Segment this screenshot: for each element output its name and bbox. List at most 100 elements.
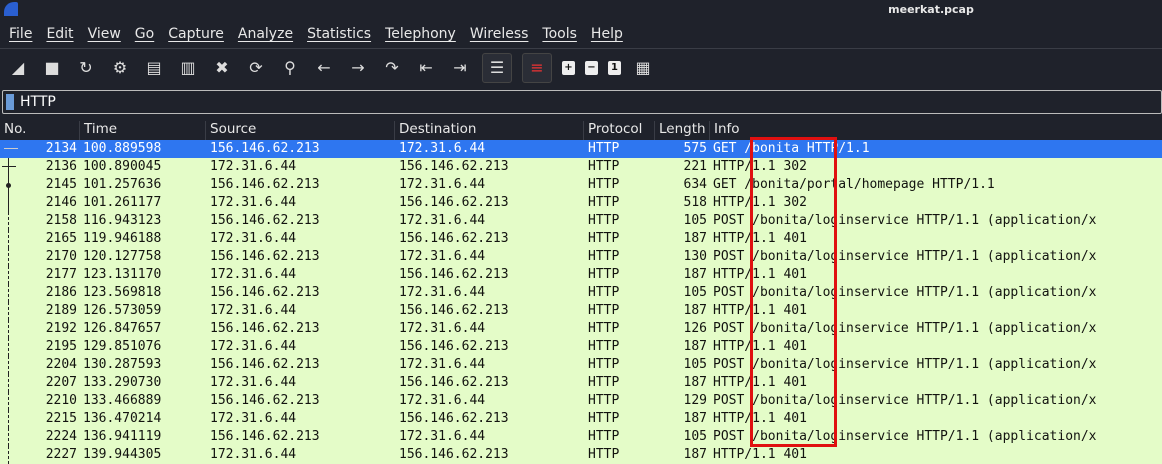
packet-destination: 156.146.62.213 <box>399 267 509 282</box>
packet-source: 172.31.6.44 <box>210 411 297 426</box>
menu-file[interactable]: File <box>9 26 32 42</box>
column-header-no[interactable]: No. <box>0 121 26 140</box>
menu-wireless[interactable]: Wireless <box>470 26 529 42</box>
go-to-packet-icon[interactable]: ↷ <box>380 55 404 81</box>
colorize-icon[interactable]: ≡ <box>522 52 552 83</box>
column-header-protocol[interactable]: Protocol <box>583 121 642 140</box>
packet-source: 156.146.62.213 <box>210 213 320 228</box>
packet-source: 156.146.62.213 <box>210 357 320 372</box>
open-file-icon[interactable]: ▤ <box>142 55 166 81</box>
packet-destination: 156.146.62.213 <box>399 447 509 462</box>
title-bar: meerkat.pcap <box>0 0 1162 20</box>
packet-row[interactable]: 2227 139.944305 172.31.6.44 156.146.62.213 H… <box>0 446 1162 464</box>
display-filter-input[interactable] <box>20 94 1120 110</box>
packet-row[interactable]: 2215 136.470214 172.31.6.44 156.146.62.213 H… <box>0 410 1162 428</box>
packet-destination: 172.31.6.44 <box>399 213 486 228</box>
save-file-icon[interactable]: ▥ <box>176 55 200 81</box>
packet-destination: 172.31.6.44 <box>399 393 486 408</box>
packet-row[interactable]: 2136 100.890045 172.31.6.44 156.146.62.213 H… <box>0 158 1162 176</box>
packet-row[interactable]: 2207 133.290730 172.31.6.44 156.146.62.213 H… <box>0 374 1162 392</box>
packet-destination: 156.146.62.213 <box>399 339 509 354</box>
packet-row[interactable]: 2210 133.466889 156.146.62.213 172.31.6.44 H… <box>0 392 1162 410</box>
zoom-out-icon[interactable]: − <box>585 60 598 75</box>
menu-statistics[interactable]: Statistics <box>307 26 371 42</box>
packet-time: 126.573059 <box>83 303 162 318</box>
packet-source: 156.146.62.213 <box>210 321 320 336</box>
packet-source: 156.146.62.213 <box>210 141 320 156</box>
packet-row[interactable]: 2192 126.847657 156.146.62.213 172.31.6.44 H… <box>0 320 1162 338</box>
bookmark-icon[interactable] <box>6 94 14 110</box>
packet-number: 2224 <box>45 429 77 444</box>
packet-list[interactable]: 2134 100.889598 156.146.62.213 172.31.6.44 H… <box>0 140 1162 464</box>
packet-length: 105 <box>683 429 707 444</box>
packet-time: 139.944305 <box>83 447 162 462</box>
packet-time: 133.466889 <box>83 393 162 408</box>
go-back-icon[interactable]: ← <box>312 55 336 81</box>
packet-length: 634 <box>683 177 707 192</box>
capture-options-icon[interactable]: ⚙ <box>108 55 132 81</box>
menu-capture[interactable]: Capture <box>168 26 224 42</box>
zoom-in-icon[interactable]: + <box>562 60 575 75</box>
packet-destination: 172.31.6.44 <box>399 357 486 372</box>
menu-help[interactable]: Help <box>591 26 623 42</box>
main-toolbar: ◢ ■ ↻ ⚙ ▤ ▥ ✖ ⟳ ⚲ ← → ↷ ⇤ ⇥ ☰ ≡ + −1 ▦ <box>0 48 1162 86</box>
packet-row[interactable]: 2146 101.261177 172.31.6.44 156.146.62.213 H… <box>0 194 1162 212</box>
packet-row[interactable]: 2158 116.943123 156.146.62.213 172.31.6.44 H… <box>0 212 1162 230</box>
packet-row[interactable]: 2189 126.573059 172.31.6.44 156.146.62.213 H… <box>0 302 1162 320</box>
packet-length: 187 <box>683 231 707 246</box>
packet-source: 172.31.6.44 <box>210 375 297 390</box>
start-capture-icon[interactable]: ◢ <box>6 55 30 81</box>
packet-row[interactable]: 2177 123.131170 172.31.6.44 156.146.62.213 H… <box>0 266 1162 284</box>
packet-length: 187 <box>683 411 707 426</box>
search-icon[interactable]: ⚲ <box>278 55 302 81</box>
stop-capture-icon[interactable]: ■ <box>40 55 64 81</box>
packet-number: 2207 <box>45 375 77 390</box>
related-packet-indicator-icon <box>0 446 20 464</box>
resize-columns-icon[interactable]: ▦ <box>631 55 655 81</box>
packet-row[interactable]: 2134 100.889598 156.146.62.213 172.31.6.44 H… <box>0 140 1162 158</box>
packet-number: 2146 <box>45 195 77 210</box>
packet-length: 105 <box>683 213 707 228</box>
packet-row[interactable]: 2195 129.851076 172.31.6.44 156.146.62.213 H… <box>0 338 1162 356</box>
column-header-destination[interactable]: Destination <box>394 121 476 140</box>
restart-capture-icon[interactable]: ↻ <box>74 55 98 81</box>
related-packet-indicator-icon <box>0 320 20 338</box>
column-header-length[interactable]: Length <box>654 121 706 140</box>
packet-time: 133.290730 <box>83 375 162 390</box>
related-packet-indicator-icon <box>0 356 20 374</box>
menu-view[interactable]: View <box>88 26 121 42</box>
column-header-time[interactable]: Time <box>79 121 117 140</box>
close-file-icon[interactable]: ✖ <box>210 55 234 81</box>
packet-row[interactable]: 2186 123.569818 156.146.62.213 172.31.6.44 H… <box>0 284 1162 302</box>
column-header-info[interactable]: Info <box>709 121 740 140</box>
related-packet-indicator-icon <box>0 230 20 248</box>
packet-number: 2195 <box>45 339 77 354</box>
packet-destination: 156.146.62.213 <box>399 411 509 426</box>
packet-length: 129 <box>683 393 707 408</box>
packet-destination: 156.146.62.213 <box>399 195 509 210</box>
first-packet-icon[interactable]: ⇤ <box>414 55 438 81</box>
packet-destination: 172.31.6.44 <box>399 141 486 156</box>
packet-protocol: HTTP <box>588 321 620 336</box>
autoscroll-icon[interactable]: ☰ <box>482 52 512 83</box>
packet-row[interactable]: 2170 120.127758 156.146.62.213 172.31.6.44 H… <box>0 248 1162 266</box>
packet-protocol: HTTP <box>588 141 620 156</box>
packet-row[interactable]: 2145 101.257636 156.146.62.213 172.31.6.44 H… <box>0 176 1162 194</box>
last-packet-icon[interactable]: ⇥ <box>448 55 472 81</box>
packet-number: 2165 <box>45 231 77 246</box>
packet-row[interactable]: 2165 119.946188 172.31.6.44 156.146.62.213 H… <box>0 230 1162 248</box>
packet-length: 187 <box>683 303 707 318</box>
normal-size-icon[interactable]: 1 <box>608 60 621 75</box>
go-forward-icon[interactable]: → <box>346 55 370 81</box>
column-header-source[interactable]: Source <box>205 121 256 140</box>
menu-tools[interactable]: Tools <box>542 26 577 42</box>
menu-go[interactable]: Go <box>135 26 154 42</box>
menu-analyze[interactable]: Analyze <box>238 26 293 42</box>
menu-telephony[interactable]: Telephony <box>385 26 456 42</box>
packet-row[interactable]: 2204 130.287593 156.146.62.213 172.31.6.44 H… <box>0 356 1162 374</box>
menu-edit[interactable]: Edit <box>46 26 73 42</box>
menu-bar: File Edit View Go Capture Analyze Statistics Te… <box>0 20 1162 48</box>
reload-file-icon[interactable]: ⟳ <box>244 55 268 81</box>
packet-destination: 156.146.62.213 <box>399 159 509 174</box>
packet-row[interactable]: 2224 136.941119 156.146.62.213 172.31.6.44 H… <box>0 428 1162 446</box>
